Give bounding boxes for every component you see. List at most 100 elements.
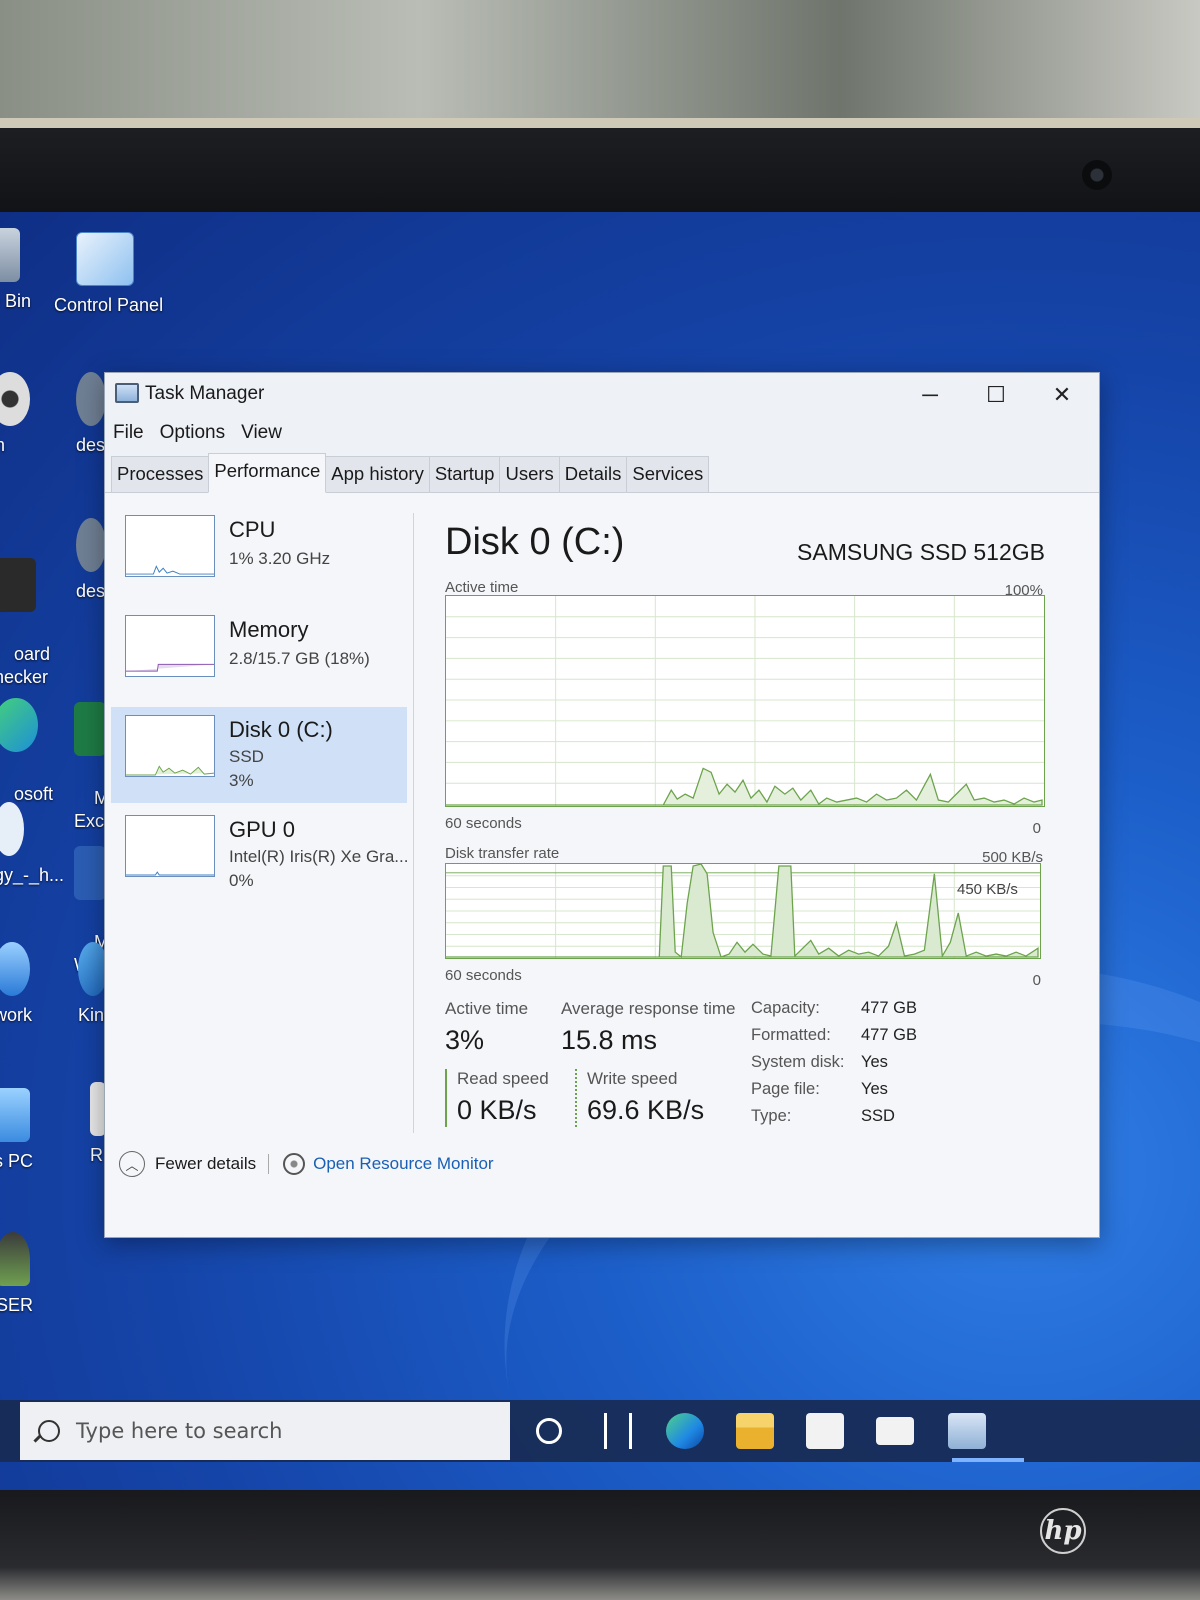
resource-list: CPU 1% 3.20 GHz Memory 2.8/15.7 GB (18%)… [111, 507, 409, 907]
disk-model: SAMSUNG SSD 512GB [797, 539, 1045, 565]
tab-app-history[interactable]: App history [325, 456, 430, 492]
desktop-icon-label: m [0, 435, 5, 455]
avg-response-time-value: 15.8 ms [561, 1025, 658, 1055]
formatted-value: 477 GB [861, 1026, 917, 1044]
menu-view[interactable]: View [241, 422, 282, 444]
cpu-thumbnail-graph [125, 515, 215, 577]
sidebar-item-detail: Intel(R) Iris(R) Xe Gra... [229, 847, 409, 866]
desktop-icon-des-1[interactable]: des [76, 372, 106, 457]
tab-processes[interactable]: Processes [111, 456, 210, 492]
close-button[interactable]: ✕ [1039, 379, 1085, 411]
webcam-app-icon [0, 372, 30, 426]
menu-options[interactable]: Options [160, 422, 225, 444]
sidebar-item-label: Memory [229, 617, 309, 642]
graph-min-label: 0 [1032, 820, 1041, 837]
desktop-icon-gy-h[interactable]: gy_-_h... [0, 802, 64, 887]
menu-file[interactable]: File [113, 422, 144, 444]
fewer-details-button[interactable]: Fewer details [155, 1154, 256, 1174]
sidebar-item-detail: SSD [229, 747, 264, 766]
task-manager-icon [115, 383, 139, 403]
edge-icon [0, 698, 38, 752]
desktop-icon-label: work [0, 1005, 33, 1025]
tab-services[interactable]: Services [626, 456, 710, 492]
network-icon [0, 942, 30, 996]
sidebar-item-label: GPU 0 [229, 817, 296, 842]
word-icon [74, 846, 106, 900]
graph-label: Disk transfer rate [445, 845, 560, 862]
disk-thumbnail-graph [125, 715, 215, 777]
keyboard-icon [0, 558, 36, 612]
read-speed-label: Read speed [457, 1069, 549, 1088]
desktop-icon-label: s PC [0, 1151, 34, 1171]
mail-icon[interactable] [876, 1417, 914, 1445]
task-manager-icon[interactable] [948, 1413, 986, 1449]
desktop-icon-webcam[interactable]: m [0, 372, 30, 457]
active-time-label: Active time [445, 999, 529, 1018]
desktop-icon-this-pc[interactable]: s PC [0, 1088, 33, 1173]
desktop-icon-label: SER [0, 1295, 34, 1315]
edge-icon[interactable] [666, 1413, 704, 1449]
search-box[interactable]: Type here to search [20, 1402, 510, 1460]
tab-bar: Processes Performance App history Startu… [105, 453, 1099, 493]
taskbar: Type here to search [0, 1400, 1200, 1462]
desktop-icon-des-2[interactable]: des [76, 518, 106, 603]
tab-performance[interactable]: Performance [208, 453, 327, 493]
graph-min-label: 0 [1032, 972, 1041, 989]
control-panel-icon [76, 232, 134, 286]
webcam [1082, 160, 1112, 190]
desktop-icon-control-panel[interactable]: Control Panel [54, 232, 163, 317]
tab-startup[interactable]: Startup [428, 456, 501, 492]
graph-label: Active time [445, 579, 519, 596]
performance-panel: CPU 1% 3.20 GHz Memory 2.8/15.7 GB (18%)… [105, 493, 1099, 1237]
app-icon [0, 802, 24, 856]
open-resource-monitor-link[interactable]: Open Resource Monitor [313, 1154, 493, 1174]
desktop-icon-network[interactable]: work [0, 942, 32, 1027]
desktop-icon-label: R [90, 1145, 103, 1165]
menu-bar: File Options View [105, 417, 1099, 449]
recycle-bin-icon [0, 228, 20, 282]
file-explorer-icon[interactable] [736, 1413, 774, 1449]
task-manager-window: Task Manager ─ ☐ ✕ File Options View Pro… [104, 372, 1100, 1238]
tab-users[interactable]: Users [499, 456, 560, 492]
sidebar-item-label: Disk 0 (C:) [229, 717, 333, 742]
sidebar-item-disk[interactable]: Disk 0 (C:) SSD 3% [111, 707, 407, 803]
avg-response-time-label: Average response time [561, 999, 736, 1018]
search-icon [38, 1420, 60, 1442]
excel-icon [74, 702, 106, 756]
desktop: e Bin Control Panel m des oard hecker de… [0, 212, 1200, 1490]
active-time-value: 3% [445, 1025, 485, 1055]
search-placeholder: Type here to search [76, 1419, 283, 1443]
tab-details[interactable]: Details [558, 456, 628, 492]
gpu-thumbnail-graph [125, 815, 215, 877]
divider [413, 513, 414, 1133]
type-value: SSD [861, 1107, 895, 1125]
background-wall [0, 0, 1200, 130]
cortana-icon[interactable] [536, 1418, 562, 1444]
hp-logo: hp [1040, 1508, 1086, 1554]
title-bar[interactable]: Task Manager ─ ☐ ✕ [105, 373, 1099, 417]
write-speed-value: 69.6 KB/s [587, 1095, 705, 1125]
desktop-icon-user[interactable]: SER [0, 1232, 33, 1317]
user-icon [0, 1232, 30, 1286]
minimize-button[interactable]: ─ [907, 379, 953, 411]
desktop-icon-recycle-bin[interactable]: e Bin [0, 228, 31, 313]
system-disk-value: Yes [861, 1053, 888, 1071]
write-speed-label: Write speed [587, 1069, 678, 1088]
memory-thumbnail-graph [125, 615, 215, 677]
chevron-up-icon[interactable]: ︿ [119, 1151, 145, 1177]
sidebar-item-usage: 0% [229, 871, 254, 890]
sidebar-item-usage: 3% [229, 771, 254, 790]
store-icon[interactable] [806, 1413, 844, 1449]
sidebar-item-memory[interactable]: Memory 2.8/15.7 GB (18%) [111, 607, 407, 703]
desktop-icon-label: gy_-_h... [0, 865, 65, 885]
desktop-icon-label: des [76, 435, 106, 455]
maximize-button[interactable]: ☐ [973, 379, 1019, 411]
task-view-icon[interactable] [604, 1413, 632, 1449]
desktop-icon-label: e Bin [0, 291, 32, 311]
window-title: Task Manager [145, 383, 265, 404]
formatted-label: Formatted: [751, 1026, 831, 1044]
sidebar-item-gpu[interactable]: GPU 0 Intel(R) Iris(R) Xe Gra... 0% [111, 807, 409, 903]
sidebar-item-cpu[interactable]: CPU 1% 3.20 GHz [111, 507, 407, 603]
graph-time-label: 60 seconds [445, 815, 522, 832]
footer-divider [268, 1154, 270, 1174]
